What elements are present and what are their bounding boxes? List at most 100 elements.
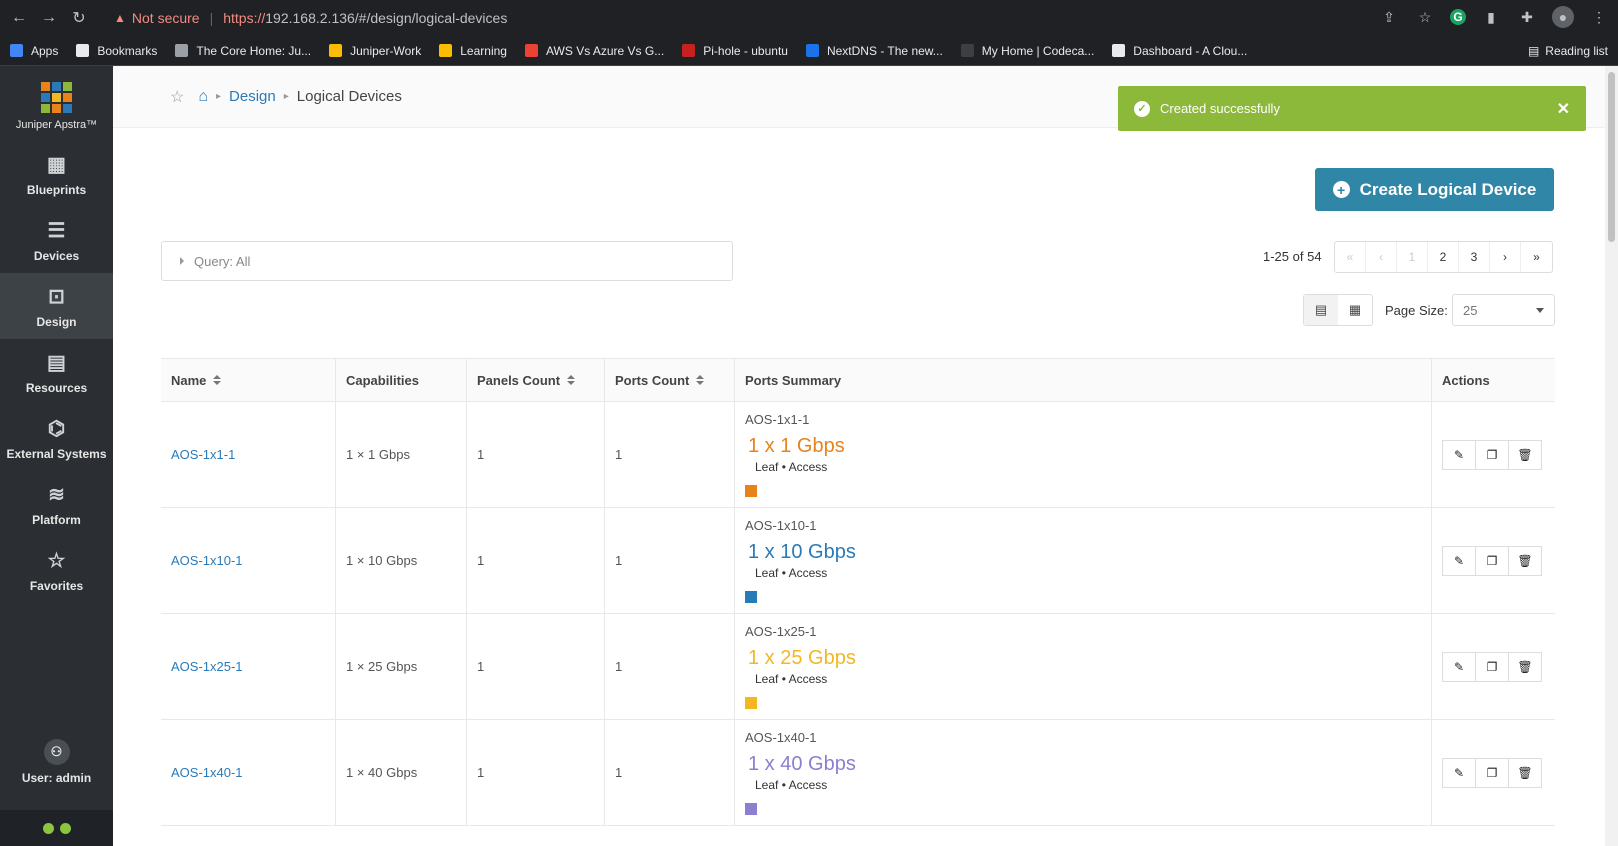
delete-icon[interactable]: 🗑 xyxy=(1508,757,1542,788)
header-panels-count[interactable]: Panels Count xyxy=(467,359,605,401)
bookmark-item[interactable]: Apps xyxy=(10,44,58,58)
header-capabilities-label: Capabilities xyxy=(346,372,419,388)
table-row: AOS-1x1-1 1 × 1 Gbps 1 1 AOS-1x1-1 1 x 1 Gbps… xyxy=(161,402,1555,508)
bookmark-item[interactable]: Pi-hole - ubuntu xyxy=(682,44,788,58)
bookmark-item[interactable]: My Home | Codeca... xyxy=(960,44,1094,58)
bookmark-item[interactable]: The Core Home: Ju... xyxy=(175,44,311,58)
page-size-select[interactable]: 25 xyxy=(1452,294,1555,326)
cell-ports-count: 1 xyxy=(605,402,735,507)
share-icon[interactable]: ⇪ xyxy=(1378,6,1400,28)
sidebar-item-platform[interactable]: ≋ Platform xyxy=(0,471,113,537)
delete-icon[interactable]: 🗑 xyxy=(1508,545,1542,576)
sidebar: Juniper Apstra™ ▦ Blueprints ☰ Devices ⊡ Desi… xyxy=(0,66,113,846)
header-panels-label: Panels Count xyxy=(477,372,561,388)
warning-icon: ▲ xyxy=(114,11,126,25)
edit-icon[interactable]: ✎ xyxy=(1442,757,1476,788)
header-ports-count[interactable]: Ports Count xyxy=(605,359,735,401)
profile-avatar-icon[interactable]: ● xyxy=(1552,6,1574,28)
sidebar-item-label: Favorites xyxy=(29,578,84,593)
sidebar-item-resources[interactable]: ▤ Resources xyxy=(0,339,113,405)
page-scrollbar[interactable] xyxy=(1605,66,1618,846)
bookmark-item[interactable]: NextDNS - The new... xyxy=(805,44,943,58)
favorite-star-icon[interactable]: ☆ xyxy=(170,87,184,107)
sidebar-item-blueprints[interactable]: ▦ Blueprints xyxy=(0,141,113,207)
scrollbar-thumb[interactable] xyxy=(1608,72,1615,242)
table-header: Name Capabilities Panels Count Ports Cou… xyxy=(161,358,1555,402)
close-icon[interactable]: ✕ xyxy=(1557,99,1570,119)
bookmark-item[interactable]: Juniper-Work xyxy=(329,44,421,58)
reading-list-icon: ▤ xyxy=(1527,44,1540,58)
panels-count-value: 1 xyxy=(477,659,485,674)
page-1[interactable]: 1 xyxy=(1397,242,1428,272)
page-size-value: 25 xyxy=(1463,302,1478,318)
clone-icon[interactable]: ❐ xyxy=(1475,757,1509,788)
create-logical-device-button[interactable]: + Create Logical Device xyxy=(1315,168,1554,211)
clone-icon[interactable]: ❐ xyxy=(1475,439,1509,470)
table-view-icon[interactable]: ▤ xyxy=(1304,295,1338,325)
back-icon[interactable]: ← xyxy=(8,7,30,29)
apstra-logo-icon xyxy=(41,82,72,113)
bookmark-item[interactable]: AWS Vs Azure Vs G... xyxy=(524,44,664,58)
device-name-link[interactable]: AOS-1x40-1 xyxy=(171,765,243,780)
edit-icon[interactable]: ✎ xyxy=(1442,651,1476,682)
table-row: AOS-1x40-1 1 × 40 Gbps 1 1 AOS-1x40-1 1 x 40 … xyxy=(161,720,1555,826)
bookmark-label: Learning xyxy=(460,43,507,58)
grid-view-icon[interactable]: ▦ xyxy=(1338,295,1372,325)
device-name-link[interactable]: AOS-1x25-1 xyxy=(171,659,243,674)
breadcrumb-separator: ▸ xyxy=(283,91,289,102)
sidebar-item-label: Platform xyxy=(32,512,81,527)
delete-icon[interactable]: 🗑 xyxy=(1508,439,1542,470)
ports-count-value: 1 xyxy=(615,447,623,462)
device-name-link[interactable]: AOS-1x1-1 xyxy=(171,447,235,462)
sidebar-item-devices[interactable]: ☰ Devices xyxy=(0,207,113,273)
page-3[interactable]: 3 xyxy=(1459,242,1490,272)
extension-icon[interactable]: ▮ xyxy=(1480,6,1502,28)
edit-icon[interactable]: ✎ xyxy=(1442,545,1476,576)
bookmarks-bar: Apps Bookmarks The Core Home: Ju... Juniper… xyxy=(0,36,1618,66)
address-bar[interactable]: ▲ Not secure | https:// 192.168.2.136/#/… xyxy=(104,4,1414,32)
brand[interactable]: Juniper Apstra™ xyxy=(0,66,113,141)
bookmark-icon xyxy=(439,44,453,57)
sidebar-item-label: Resources xyxy=(25,380,88,395)
bookmark-item[interactable]: Dashboard - A Clou... xyxy=(1112,44,1247,58)
header-name[interactable]: Name xyxy=(161,359,336,401)
summary-port-speed: 1 x 1 Gbps xyxy=(748,435,845,457)
summary-device-name: AOS-1x1-1 xyxy=(745,412,810,427)
bookmark-icon xyxy=(76,44,90,57)
page-2[interactable]: 2 xyxy=(1428,242,1459,272)
sidebar-item-design[interactable]: ⊡ Design xyxy=(0,273,113,339)
reload-icon[interactable]: ↻ xyxy=(68,7,90,29)
next-page-icon[interactable]: › xyxy=(1490,242,1521,272)
sidebar-item-external-systems[interactable]: ⌬ External Systems xyxy=(0,405,113,471)
header-capabilities: Capabilities xyxy=(336,359,467,401)
device-name-link[interactable]: AOS-1x10-1 xyxy=(171,553,243,568)
extensions-puzzle-icon[interactable]: ✚ xyxy=(1516,6,1538,28)
sidebar-item-user[interactable]: ⚇ User: admin xyxy=(0,729,113,795)
sidebar-item-favorites[interactable]: ☆ Favorites xyxy=(0,537,113,603)
clone-icon[interactable]: ❐ xyxy=(1475,651,1509,682)
breadcrumb-design-link[interactable]: Design xyxy=(229,88,276,105)
home-icon[interactable]: ⌂ xyxy=(198,88,208,106)
bookmark-item[interactable]: Bookmarks xyxy=(76,44,157,58)
first-page-icon[interactable]: « xyxy=(1335,242,1366,272)
favorites-icon: ☆ xyxy=(47,549,66,572)
query-filter[interactable]: Query: All xyxy=(161,241,733,281)
bookmark-star-icon[interactable]: ☆ xyxy=(1414,6,1436,28)
reading-list[interactable]: ▤ Reading list xyxy=(1528,44,1608,58)
panels-count-value: 1 xyxy=(477,553,485,568)
edit-icon[interactable]: ✎ xyxy=(1442,439,1476,470)
grammarly-icon[interactable]: G xyxy=(1450,9,1466,25)
cell-ports-count: 1 xyxy=(605,508,735,613)
status-dot-icon xyxy=(42,822,54,834)
clone-icon[interactable]: ❐ xyxy=(1475,545,1509,576)
menu-kebab-icon[interactable]: ⋮ xyxy=(1588,6,1610,28)
bookmark-item[interactable]: Learning xyxy=(439,44,507,58)
delete-icon[interactable]: 🗑 xyxy=(1508,651,1542,682)
toast-message: Created successfully xyxy=(1160,101,1280,116)
brand-label: Juniper Apstra™ xyxy=(15,119,98,131)
prev-page-icon[interactable]: ‹ xyxy=(1366,242,1397,272)
port-color-swatch xyxy=(745,591,757,603)
last-page-icon[interactable]: » xyxy=(1521,242,1552,272)
main-content: ☆ ⌂ ▸ Design ▸ Logical Devices ✓ Created… xyxy=(113,66,1605,846)
forward-icon[interactable]: → xyxy=(38,7,60,29)
